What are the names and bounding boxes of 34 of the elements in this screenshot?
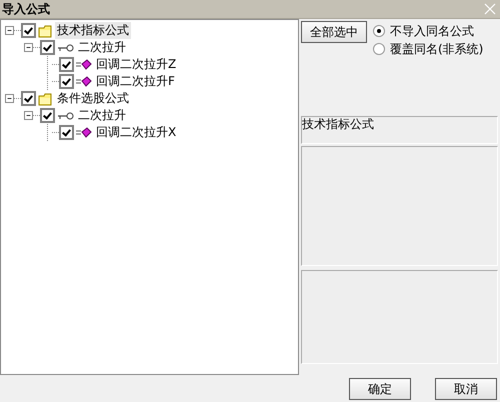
checkbox[interactable] xyxy=(21,91,36,106)
folder-icon xyxy=(38,92,53,106)
info-label: 技术指标公式 xyxy=(301,116,498,144)
radio-button[interactable] xyxy=(373,25,385,37)
tree-item[interactable]: 技术指标公式 xyxy=(55,22,131,39)
tree-item[interactable]: 回调二次拉升F xyxy=(94,73,177,90)
tree-item[interactable]: 回调二次拉升X xyxy=(94,124,178,141)
tree-item[interactable]: 条件选股公式 xyxy=(55,90,131,107)
checkbox[interactable] xyxy=(59,74,74,89)
checkbox[interactable] xyxy=(21,23,36,38)
collapse-icon[interactable] xyxy=(24,111,33,120)
select-all-button[interactable]: 全部选中 xyxy=(301,21,367,43)
collapse-icon[interactable] xyxy=(5,26,14,35)
tree-item[interactable]: 回调二次拉升Z xyxy=(94,56,178,73)
key-icon xyxy=(57,42,74,54)
ok-button[interactable]: 确定 xyxy=(349,378,411,400)
collapse-icon[interactable] xyxy=(5,94,14,103)
gem-icon xyxy=(76,75,92,88)
option-label[interactable]: 不导入同名公式 xyxy=(390,22,474,40)
gem-icon xyxy=(76,58,92,71)
checkbox[interactable] xyxy=(40,108,55,123)
window-title: 导入公式 xyxy=(2,0,50,18)
tree-item[interactable]: 二次拉升 xyxy=(76,39,128,56)
tree-item[interactable]: 二次拉升 xyxy=(76,107,128,124)
checkbox[interactable] xyxy=(59,125,74,140)
checkbox[interactable] xyxy=(59,57,74,72)
radio-button[interactable] xyxy=(373,43,385,55)
gem-icon xyxy=(76,126,92,139)
collapse-icon[interactable] xyxy=(24,43,33,52)
key-icon xyxy=(57,110,74,122)
checkbox[interactable] xyxy=(40,40,55,55)
cancel-button[interactable]: 取消 xyxy=(435,378,497,400)
folder-icon xyxy=(38,24,53,38)
option-label[interactable]: 覆盖同名(非系统) xyxy=(390,40,484,58)
